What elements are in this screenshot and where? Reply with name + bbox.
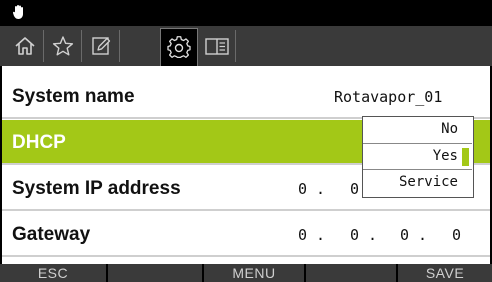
- dhcp-option-yes[interactable]: Yes: [363, 143, 472, 169]
- dhcp-label: DHCP: [12, 132, 66, 153]
- tab-home[interactable]: [6, 30, 44, 62]
- option-label: Yes: [432, 148, 458, 164]
- selection-indicator: [462, 148, 469, 166]
- tab-favorites[interactable]: [44, 30, 82, 62]
- ip-octet-2: 0: [350, 180, 360, 198]
- softkey-blank-2[interactable]: [306, 264, 398, 282]
- menu-button[interactable]: MENU: [204, 264, 306, 282]
- star-icon: [52, 36, 73, 56]
- row-system-name[interactable]: System name Rotavapor_01: [2, 74, 490, 119]
- ip-octet-1: 0: [298, 180, 308, 198]
- hand-icon: [12, 5, 23, 19]
- row-gateway[interactable]: Gateway 0 . 0 . 0 . 0: [2, 212, 490, 257]
- gear-icon: [167, 35, 191, 58]
- ip-dot: .: [316, 180, 326, 198]
- softkey-bar: ESC MENU SAVE: [0, 264, 492, 282]
- dhcp-option-no[interactable]: No: [363, 117, 472, 143]
- tab-settings[interactable]: [160, 28, 198, 66]
- softkey-blank-1[interactable]: [108, 264, 204, 282]
- dhcp-option-service[interactable]: Service: [363, 169, 472, 195]
- save-button[interactable]: SAVE: [398, 264, 492, 282]
- system-name-value: Rotavapor_01: [334, 88, 443, 106]
- tab-bar: [0, 26, 492, 66]
- esc-button[interactable]: ESC: [0, 264, 108, 282]
- book-icon: [204, 38, 229, 55]
- system-ip-label: System IP address: [12, 178, 181, 199]
- option-label: Service: [398, 174, 458, 190]
- gw-octet-2: 0: [350, 226, 360, 244]
- gw-octet-3: 0: [400, 226, 410, 244]
- gw-dot-2: .: [368, 226, 378, 244]
- system-name-label: System name: [12, 86, 135, 107]
- gw-dot-3: .: [418, 226, 428, 244]
- gw-octet-4: 0: [452, 226, 462, 244]
- option-label: No: [441, 121, 458, 137]
- gateway-label: Gateway: [12, 224, 91, 245]
- tab-edit[interactable]: [82, 30, 120, 62]
- home-icon: [14, 37, 35, 55]
- edit-icon: [91, 37, 110, 55]
- dhcp-dropdown: No Yes Service: [362, 116, 474, 198]
- device-screen: System name Rotavapor_01 DHCP System IP …: [0, 0, 492, 282]
- gw-octet-1: 0: [298, 226, 308, 244]
- gw-dot-1: .: [316, 226, 326, 244]
- tab-manual[interactable]: [198, 30, 236, 62]
- status-bar: [0, 0, 492, 26]
